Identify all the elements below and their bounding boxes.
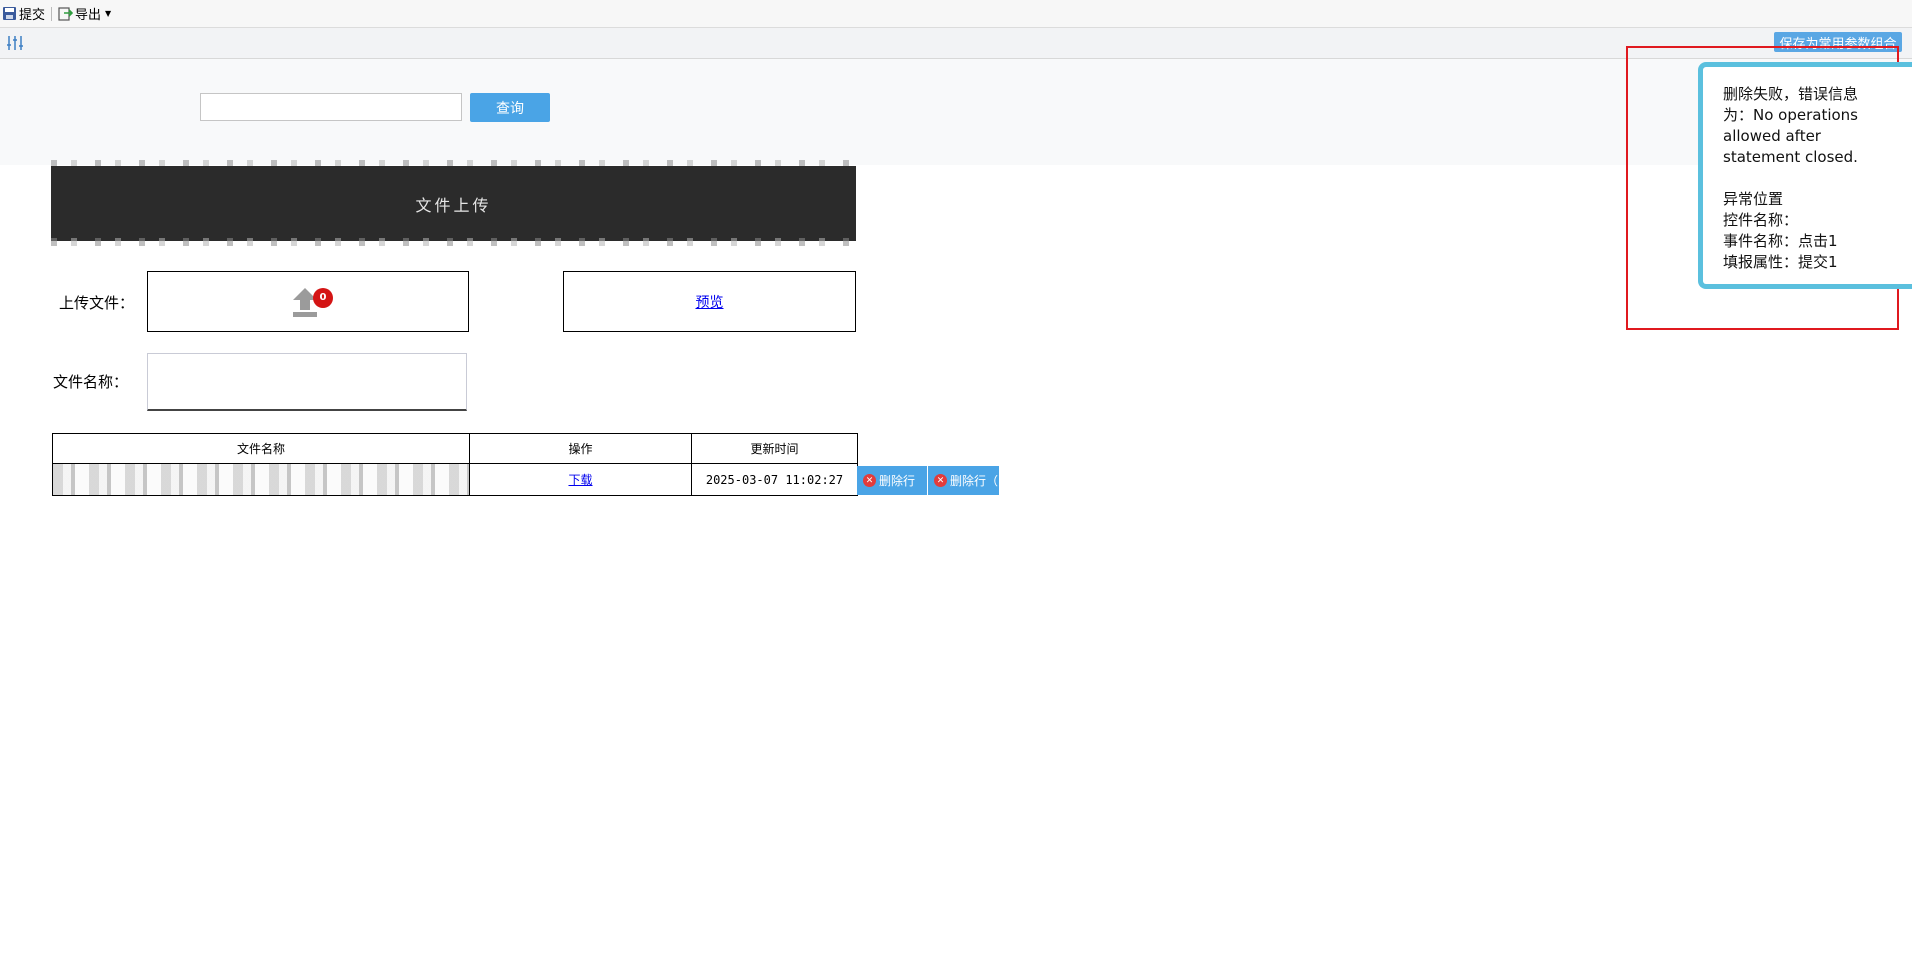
error-line: allowed after bbox=[1723, 127, 1821, 145]
submit-button[interactable]: 提交 bbox=[2, 3, 45, 24]
cell-filename bbox=[52, 463, 470, 496]
banner-edge bbox=[51, 238, 856, 246]
query-input[interactable] bbox=[200, 93, 462, 121]
delete-icon: ✕ bbox=[863, 474, 876, 487]
delete-row-attachment-button[interactable]: ✕ 删除行（附 bbox=[928, 466, 999, 495]
cell-updated: 2025-03-07 11:02:27 bbox=[691, 463, 858, 496]
error-control-name: 控件名称： bbox=[1723, 211, 1799, 229]
upload-label: 上传文件： bbox=[59, 294, 135, 312]
cell-action: 下载 bbox=[469, 463, 692, 496]
error-line: statement closed. bbox=[1723, 148, 1858, 166]
delete-icon: ✕ bbox=[934, 474, 947, 487]
export-icon bbox=[58, 7, 73, 21]
filename-label: 文件名称： bbox=[53, 373, 129, 391]
filename-input[interactable] bbox=[147, 353, 467, 411]
delete-row-label: 删除行 bbox=[879, 474, 916, 488]
table-header-row: 文件名称 操作 更新时间 bbox=[52, 433, 858, 464]
save-icon bbox=[3, 7, 16, 20]
file-table: 文件名称 操作 更新时间 下载 2025-03-07 11:02:27 bbox=[52, 433, 858, 496]
upload-icon[interactable]: 0 bbox=[291, 286, 333, 318]
error-location-title: 异常位置 bbox=[1723, 190, 1784, 208]
table-row: 下载 2025-03-07 11:02:27 bbox=[52, 463, 858, 496]
error-line: 为：No operations bbox=[1723, 106, 1859, 124]
page-title-banner: 文件上传 bbox=[51, 166, 856, 241]
error-report-attr: 填报属性：提交1 bbox=[1723, 253, 1838, 271]
delete-row-button[interactable]: ✕ 删除行 bbox=[857, 466, 927, 495]
header-updated: 更新时间 bbox=[691, 433, 858, 464]
export-button[interactable]: 导出 ▼ bbox=[58, 3, 111, 24]
submit-label: 提交 bbox=[19, 8, 46, 23]
header-action: 操作 bbox=[469, 433, 692, 464]
preview-link[interactable]: 预览 bbox=[696, 292, 724, 312]
page-title: 文件上传 bbox=[415, 195, 492, 215]
redacted-filename bbox=[53, 464, 469, 495]
chevron-down-icon: ▼ bbox=[105, 9, 112, 18]
error-tooltip: 删除失败，错误信息 为：No operations allowed after … bbox=[1698, 62, 1912, 289]
upload-count-badge: 0 bbox=[313, 287, 333, 308]
top-toolbar: 提交 导出 ▼ bbox=[0, 0, 1912, 28]
sliders-icon[interactable] bbox=[6, 34, 24, 52]
header-filename: 文件名称 bbox=[52, 433, 470, 464]
upload-box[interactable]: 0 bbox=[147, 271, 469, 332]
delete-row-attachment-label: 删除行（附 bbox=[950, 474, 999, 488]
export-label: 导出 bbox=[75, 8, 102, 23]
preview-box: 预览 bbox=[563, 271, 856, 332]
query-button[interactable]: 查询 bbox=[470, 93, 550, 122]
error-event-name: 事件名称：点击1 bbox=[1723, 232, 1838, 250]
error-line: 删除失败，错误信息 bbox=[1723, 85, 1859, 103]
toolbar-divider bbox=[51, 7, 52, 21]
download-link[interactable]: 下载 bbox=[568, 473, 592, 487]
